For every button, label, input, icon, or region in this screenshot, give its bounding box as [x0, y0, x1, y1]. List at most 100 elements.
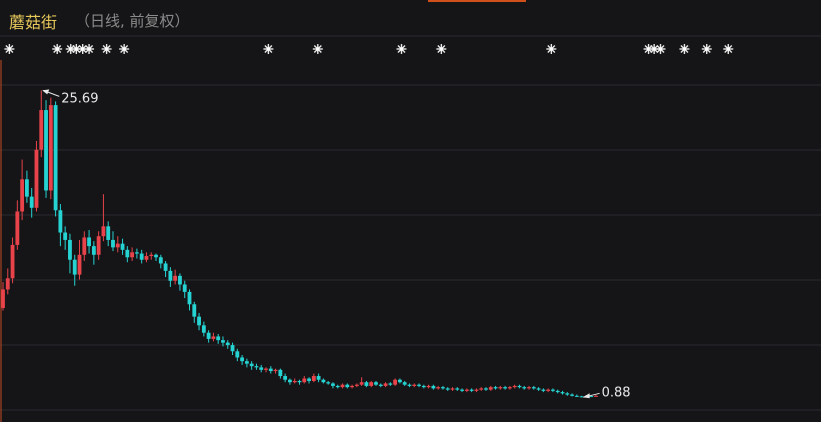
candle	[182, 280, 187, 299]
candle	[158, 254, 163, 269]
candle	[168, 267, 173, 287]
candle	[345, 383, 350, 389]
candle	[163, 260, 168, 278]
candle	[111, 231, 115, 252]
sparkle-icon[interactable]	[436, 44, 447, 54]
candle	[531, 385, 536, 390]
candle	[125, 246, 130, 263]
candle	[522, 385, 527, 390]
sparkle-icon[interactable]	[679, 44, 690, 54]
candle	[402, 380, 407, 386]
candle	[321, 378, 326, 384]
low-arrow-icon	[582, 393, 590, 399]
candle	[412, 383, 417, 388]
candle	[455, 387, 460, 391]
candle	[240, 354, 245, 365]
candle	[115, 236, 120, 253]
candle	[383, 382, 388, 388]
price-annotations: 25.69 0.88	[42, 89, 631, 400]
candle	[283, 373, 288, 383]
sparkle-icon[interactable]	[4, 44, 15, 54]
candle	[326, 380, 331, 385]
candle	[335, 384, 340, 389]
candle	[68, 233, 72, 274]
sparkle-icon[interactable]	[263, 44, 274, 54]
candle	[565, 392, 570, 396]
candle	[230, 342, 235, 355]
candle	[91, 241, 96, 265]
candle	[436, 385, 441, 390]
chart-grid	[0, 35, 821, 422]
candle	[407, 383, 412, 388]
sparkle-icon[interactable]	[52, 44, 63, 54]
candle	[359, 377, 364, 386]
event-marker-row	[4, 44, 734, 54]
candle	[44, 100, 48, 198]
candle	[393, 378, 398, 386]
candle	[149, 252, 154, 260]
candle	[216, 333, 221, 344]
candle	[87, 230, 91, 254]
candle	[536, 387, 541, 391]
candle	[5, 268, 10, 295]
candle	[82, 231, 87, 261]
candle	[120, 238, 125, 255]
sparkle-icon[interactable]	[546, 44, 557, 54]
candle	[201, 321, 206, 337]
candle	[579, 395, 584, 398]
candle	[503, 385, 508, 390]
candle	[527, 385, 531, 390]
candle	[24, 170, 29, 203]
candle	[72, 254, 77, 286]
candle	[154, 253, 158, 261]
candle	[331, 382, 335, 389]
candle	[178, 273, 182, 291]
candle	[479, 387, 484, 391]
candle	[249, 361, 254, 370]
candle	[302, 376, 307, 384]
low-price-label: 0.88	[602, 385, 631, 400]
candle	[417, 383, 421, 388]
candle	[594, 395, 598, 397]
candle	[297, 379, 302, 385]
candle	[187, 289, 192, 311]
candle	[350, 384, 354, 389]
candle	[15, 200, 20, 250]
candle	[192, 301, 197, 323]
candle	[130, 247, 135, 261]
candle	[570, 393, 574, 397]
candle	[53, 101, 58, 217]
candle	[211, 332, 216, 342]
candle	[574, 394, 579, 398]
sparkle-icon[interactable]	[101, 44, 112, 54]
candle	[551, 388, 555, 393]
sparkle-icon[interactable]	[119, 44, 130, 54]
candle	[316, 373, 321, 383]
sparkle-icon[interactable]	[723, 44, 734, 54]
candle	[560, 390, 565, 395]
candle	[63, 226, 68, 250]
candle	[469, 388, 474, 393]
sparkle-icon[interactable]	[701, 44, 712, 54]
candle	[139, 249, 144, 264]
candle	[364, 380, 369, 388]
high-price-label: 25.69	[61, 91, 98, 106]
candle	[101, 194, 106, 242]
sparkle-icon[interactable]	[655, 44, 666, 54]
candle	[340, 383, 345, 389]
sparkle-icon[interactable]	[84, 44, 95, 54]
sparkle-icon[interactable]	[396, 44, 407, 54]
candle	[244, 358, 249, 368]
candle	[388, 382, 393, 386]
sparkle-icon[interactable]	[312, 44, 323, 54]
candle	[39, 90, 44, 158]
candle	[288, 378, 292, 385]
candle	[493, 385, 498, 390]
candle	[273, 368, 278, 374]
candle	[426, 384, 431, 389]
candlestick-chart[interactable]: 25.69 0.88	[0, 0, 821, 422]
candle	[474, 388, 479, 393]
candle	[20, 159, 25, 221]
candle	[484, 387, 488, 391]
candle	[206, 330, 211, 343]
